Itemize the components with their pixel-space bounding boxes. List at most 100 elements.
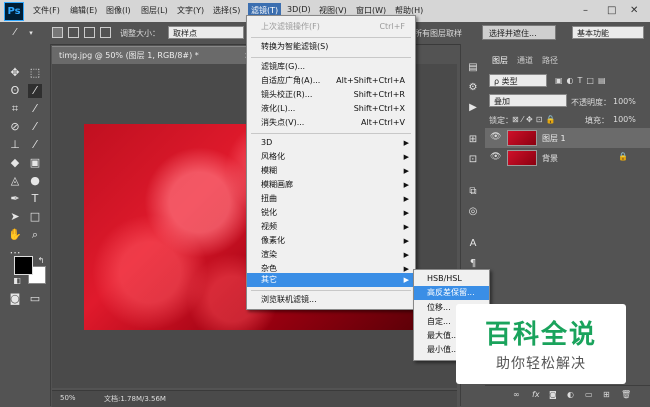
quick-mask-icon[interactable]: ◙: [8, 292, 22, 306]
dodge-tool-icon[interactable]: ●: [28, 174, 42, 188]
swap-colors-icon[interactable]: ↰: [34, 254, 48, 268]
intersect-selection-icon[interactable]: [100, 27, 111, 38]
visibility-eye-icon[interactable]: 👁: [490, 132, 501, 142]
new-selection-icon[interactable]: [52, 27, 63, 38]
menu-3d[interactable]: 3D ▶: [247, 136, 415, 150]
add-selection-icon[interactable]: [68, 27, 79, 38]
menu-blur[interactable]: 模糊 ▶: [247, 164, 415, 178]
hand-tool-icon[interactable]: ✋: [8, 228, 22, 242]
tab-paths[interactable]: 路径: [542, 55, 558, 66]
history-panel-icon[interactable]: ▤: [467, 62, 479, 74]
menu-select[interactable]: 选择(S): [213, 5, 240, 16]
menu-image[interactable]: 图像(I): [106, 5, 131, 16]
styles-panel-icon[interactable]: ◎: [467, 206, 479, 218]
magic-wand-tool-icon[interactable]: ⁄: [28, 84, 42, 98]
menu-item-label: 滤镜库(G)...: [261, 62, 306, 71]
adjustments-panel-icon[interactable]: ⊞: [467, 134, 479, 146]
lock-icons[interactable]: ⊠⁄✥⊡🔒: [512, 115, 558, 124]
filter-icons[interactable]: ▣◐T□▤: [555, 76, 610, 85]
menu-type[interactable]: 文字(Y): [177, 5, 204, 16]
link-icon[interactable]: ∞: [513, 390, 520, 399]
shape-tool-icon[interactable]: □: [28, 210, 42, 224]
fx-icon[interactable]: fx: [532, 390, 540, 399]
select-and-mask-button[interactable]: 选择并遮住...: [482, 25, 556, 40]
workspace-select[interactable]: 基本功能: [572, 26, 644, 39]
layer-row-background[interactable]: 👁 背景 🔒: [485, 148, 650, 168]
sample-all-layers-label[interactable]: 所有图层取样: [414, 28, 462, 39]
sample-size-select[interactable]: 取样点: [168, 26, 244, 39]
character-panel-icon[interactable]: A: [467, 238, 479, 250]
foreground-color-swatch[interactable]: [14, 256, 33, 275]
layer-row-1[interactable]: 👁 图层 1: [485, 128, 650, 148]
clone-stamp-icon[interactable]: ⊥: [8, 138, 22, 152]
submenu-high-pass[interactable]: 高反差保留...: [414, 286, 489, 300]
menu-render[interactable]: 渲染 ▶: [247, 248, 415, 262]
clone-source-icon[interactable]: ⧉: [467, 186, 479, 198]
document-tab[interactable]: timg.jpg @ 50% (图层 1, RGB/8#) * ×: [52, 46, 257, 64]
submenu-hsb-hsl[interactable]: HSB/HSL: [414, 272, 489, 286]
default-colors-icon[interactable]: ◧: [10, 274, 24, 288]
menu-sharpen[interactable]: 锐化 ▶: [247, 206, 415, 220]
new-layer-icon[interactable]: ⊞: [603, 390, 610, 399]
healing-brush-icon[interactable]: ⊘: [8, 120, 22, 134]
menu-browse-online[interactable]: 浏览联机滤镜...: [247, 293, 415, 307]
screen-mode-icon[interactable]: ▭: [28, 292, 42, 306]
brush-tool-icon[interactable]: ⁄: [28, 120, 42, 134]
mask-icon[interactable]: ◙: [549, 390, 557, 399]
eyedropper-tool-icon[interactable]: ⁄: [28, 102, 42, 116]
menu-liquify[interactable]: 液化(L)... Shift+Ctrl+X: [247, 102, 415, 116]
menu-distort[interactable]: 扭曲 ▶: [247, 192, 415, 206]
menu-vanishing-point[interactable]: 消失点(V)... Alt+Ctrl+V: [247, 116, 415, 130]
menu-video[interactable]: 视频 ▶: [247, 220, 415, 234]
opacity-value[interactable]: 100%: [613, 97, 636, 106]
properties-panel-icon[interactable]: ⚙: [467, 82, 479, 94]
menu-lens-correction[interactable]: 镜头校正(R)... Shift+Ctrl+R: [247, 88, 415, 102]
subtract-selection-icon[interactable]: [84, 27, 95, 38]
visibility-eye-icon[interactable]: 👁: [490, 152, 501, 162]
group-icon[interactable]: ▭: [585, 390, 593, 399]
history-brush-icon[interactable]: ⁄: [28, 138, 42, 152]
adjustment-icon[interactable]: ◐: [567, 390, 574, 399]
trash-icon[interactable]: 🗑: [621, 390, 631, 399]
menu-convert-smart-filter[interactable]: 转换为智能滤镜(S): [247, 40, 415, 54]
spot-heal-tool-icon[interactable]: ⁄: [8, 26, 22, 40]
actions-panel-icon[interactable]: ▶: [467, 102, 479, 114]
menu-stylize[interactable]: 风格化 ▶: [247, 150, 415, 164]
watermark-subtitle: 助你轻松解决: [496, 356, 586, 372]
move-tool-icon[interactable]: ✥: [8, 66, 22, 80]
menu-file[interactable]: 文件(F): [33, 5, 60, 16]
eraser-tool-icon[interactable]: ◆: [8, 156, 22, 170]
tab-layers[interactable]: 图层: [492, 55, 508, 66]
menu-filter-gallery[interactable]: 滤镜库(G)...: [247, 60, 415, 74]
zoom-level[interactable]: 50%: [60, 394, 76, 402]
fill-value[interactable]: 100%: [613, 115, 636, 124]
menu-edit[interactable]: 编辑(E): [70, 5, 97, 16]
menu-pixelate[interactable]: 像素化 ▶: [247, 234, 415, 248]
menu-blur-gallery[interactable]: 模糊画廊 ▶: [247, 178, 415, 192]
menu-other[interactable]: 其它 ▶: [247, 273, 415, 287]
tool-dropdown-icon[interactable]: ▾: [24, 26, 38, 40]
close-icon[interactable]: ✕: [630, 5, 638, 16]
pen-tool-icon[interactable]: ✒: [8, 192, 22, 206]
lasso-tool-icon[interactable]: ʘ: [8, 84, 22, 98]
crop-tool-icon[interactable]: ⌗: [8, 102, 22, 116]
marquee-tool-icon[interactable]: ⬚: [28, 66, 42, 80]
menu-layer[interactable]: 图层(L): [141, 5, 168, 16]
minimize-icon[interactable]: –: [583, 5, 588, 16]
zoom-tool-icon[interactable]: ⌕: [28, 228, 42, 242]
submenu-arrow-icon: ▶: [403, 209, 409, 217]
layer-filter-select[interactable]: ρ 类型: [489, 74, 547, 87]
info-panel-icon[interactable]: ⊡: [467, 154, 479, 166]
path-select-icon[interactable]: ➤: [8, 210, 22, 224]
blend-mode-select[interactable]: 叠加: [489, 94, 567, 107]
menu-item-label: 锐化: [261, 208, 277, 217]
menu-item-label: 模糊: [261, 166, 277, 175]
tab-channels[interactable]: 通道: [517, 55, 533, 66]
blur-tool-icon[interactable]: ◬: [8, 174, 22, 188]
maximize-icon[interactable]: □: [607, 5, 616, 16]
type-tool-icon[interactable]: T: [28, 192, 42, 206]
menu-last-filter[interactable]: 上次滤镜操作(F) Ctrl+F: [247, 20, 415, 34]
menu-3d[interactable]: 3D(D): [287, 5, 311, 14]
gradient-tool-icon[interactable]: ▣: [28, 156, 42, 170]
menu-adaptive-wide-angle[interactable]: 自适应广角(A)... Alt+Shift+Ctrl+A: [247, 74, 415, 88]
